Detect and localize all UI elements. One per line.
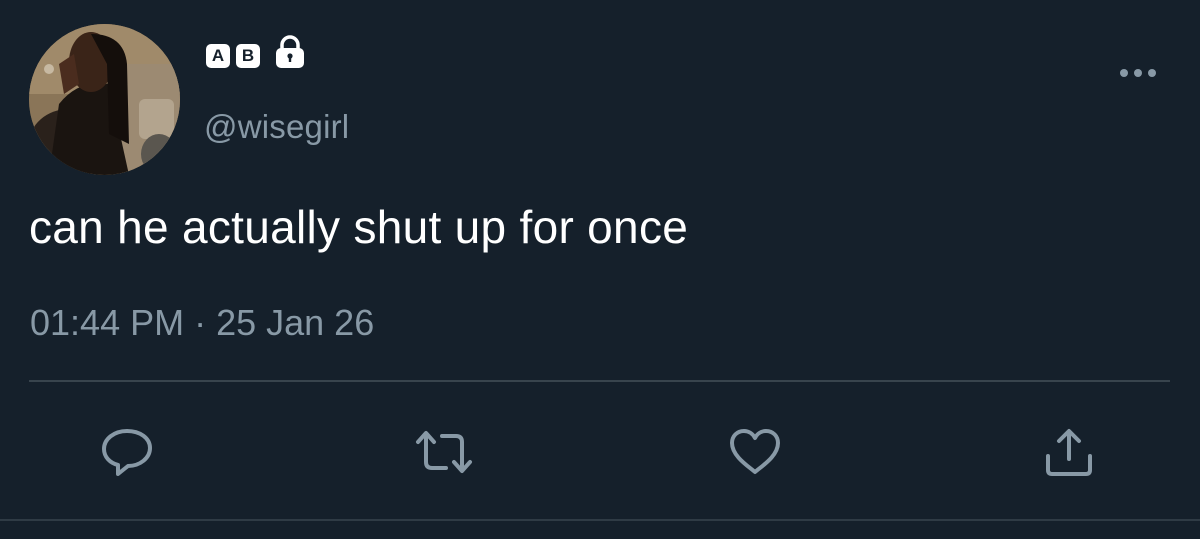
retweet-button[interactable] — [412, 426, 476, 478]
reply-icon — [102, 429, 152, 476]
share-button[interactable] — [1042, 426, 1096, 478]
name-badge-b: B — [236, 44, 260, 68]
user-handle[interactable]: @wisegirl — [204, 108, 349, 146]
tweet-text: can he actually shut up for once — [29, 201, 689, 253]
heart-icon — [730, 429, 780, 474]
tweet-timestamp[interactable]: 01:44 PM · 25 Jan 26 — [30, 302, 374, 344]
reply-button[interactable] — [100, 426, 154, 478]
divider-bottom — [0, 519, 1200, 521]
display-name[interactable]: A B — [206, 35, 308, 70]
like-button[interactable] — [728, 426, 782, 478]
divider — [29, 380, 1170, 382]
lock-icon — [276, 35, 304, 68]
share-icon — [1046, 429, 1092, 476]
retweet-icon — [416, 431, 472, 473]
avatar[interactable] — [29, 24, 180, 175]
name-badge-a: A — [206, 44, 230, 68]
tweet-detail: A B @wisegirl can he actually shut up fo… — [0, 0, 1200, 539]
avatar-photo — [29, 24, 180, 175]
more-horizontal-icon[interactable] — [1118, 64, 1158, 82]
